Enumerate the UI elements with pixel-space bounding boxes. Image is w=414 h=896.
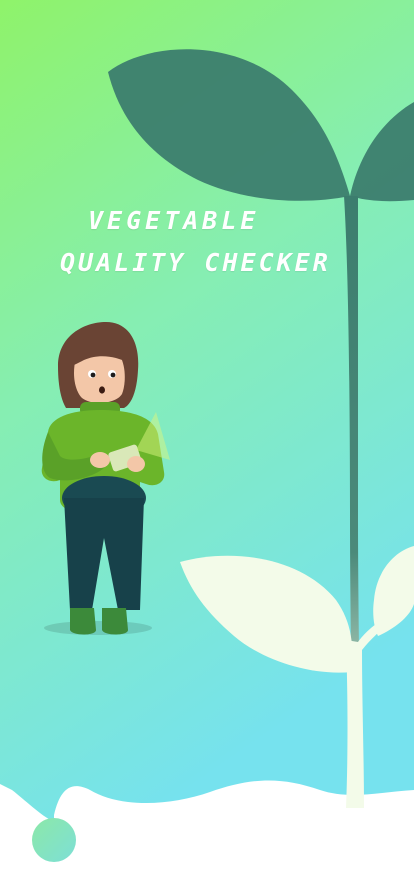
title-line-1: VEGETABLE xyxy=(88,206,260,235)
splash-screen: VEGETABLE QUALITY CHECKER xyxy=(0,0,414,896)
title-line-2: QUALITY CHECKER xyxy=(60,248,331,277)
person-illustration xyxy=(41,322,170,635)
paint-drip-decoration xyxy=(32,818,76,862)
